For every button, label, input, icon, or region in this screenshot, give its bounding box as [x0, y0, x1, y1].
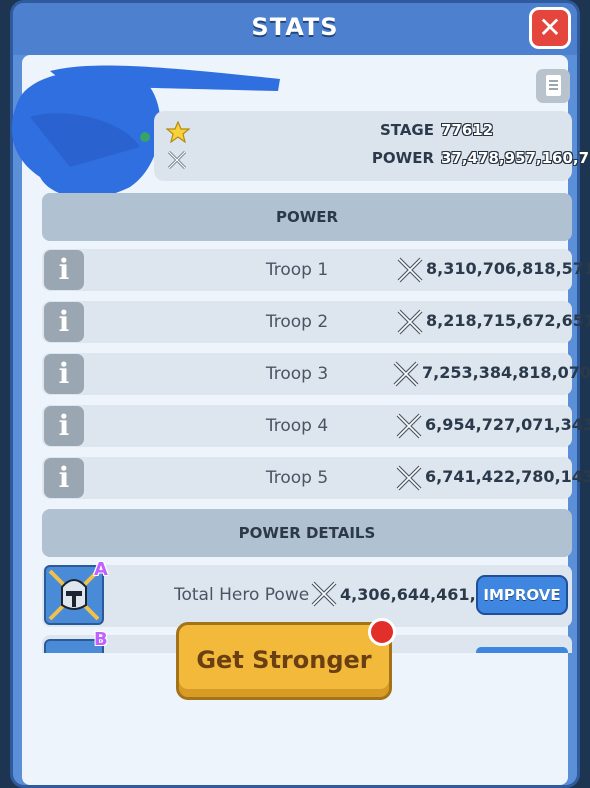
info-icon: i: [58, 253, 70, 286]
close-icon: ✕: [538, 11, 562, 44]
troop-name: Troop 3: [265, 364, 329, 384]
info-icon: i: [58, 305, 70, 338]
troop-power-value: 6,954,727,071,343: [425, 415, 590, 434]
crossed-swords-icon: [397, 309, 423, 335]
info-button[interactable]: i: [44, 354, 84, 394]
troop-row: i Troop 2 8,218,715,672,651: [42, 301, 590, 343]
improve-button-partial[interactable]: [476, 647, 568, 653]
power-label: POWER: [371, 149, 434, 167]
stage-value: 77612: [441, 121, 494, 139]
power-section-header: POWER: [42, 193, 572, 241]
crossed-swords-icon: [396, 465, 422, 491]
info-button[interactable]: i: [44, 302, 84, 342]
document-button[interactable]: [536, 69, 570, 103]
get-stronger-button[interactable]: Get Stronger: [176, 622, 392, 700]
close-button[interactable]: ✕: [529, 7, 571, 49]
improve-button[interactable]: IMPROVE: [476, 575, 568, 615]
info-button[interactable]: i: [44, 458, 84, 498]
grade-badge-b: B: [94, 629, 108, 650]
troop-power-value: 6,741,422,780,143: [425, 467, 590, 486]
total-power-value: 37,478,957,160,778: [441, 149, 590, 167]
total-hero-power-label: Total Hero Powe: [174, 585, 309, 605]
info-button[interactable]: i: [44, 250, 84, 290]
stage-power-summary: STAGE 77612 POWER 37,478,957,160,778: [154, 111, 590, 181]
panel-header: STATS ✕: [13, 3, 577, 55]
stage-label: STAGE: [379, 121, 434, 139]
power-details-section-header: POWER DETAILS: [42, 509, 572, 557]
troop-row: i Troop 5 6,741,422,780,143: [42, 457, 590, 499]
star-icon: [166, 121, 190, 143]
troop-power-value: 8,310,706,818,571: [426, 259, 590, 278]
troop-name: Troop 5: [265, 468, 329, 488]
document-icon: [546, 75, 561, 96]
crossed-swords-icon: [393, 361, 419, 387]
crossed-swords-icon: [311, 581, 337, 607]
troop-name: Troop 4: [265, 416, 329, 436]
crossed-swords-icon: [396, 413, 422, 439]
crossed-swords-icon: [397, 257, 423, 283]
troop-name: Troop 2: [265, 312, 329, 332]
info-icon: i: [58, 461, 70, 494]
panel-title: STATS: [251, 13, 339, 41]
info-button[interactable]: i: [44, 406, 84, 446]
troop-name: Troop 1: [265, 260, 329, 280]
crossed-swords-icon: [167, 150, 187, 170]
notification-dot: [368, 618, 396, 646]
info-icon: i: [58, 357, 70, 390]
troop-row: i Troop 1 8,310,706,818,571: [42, 249, 590, 291]
hero-power-row: A Total Hero Powe 4,306,644,461,550 IMPR…: [42, 559, 572, 627]
troop-power-value: 7,253,384,818,070: [422, 363, 590, 382]
troop-row: i Troop 3 7,253,384,818,070: [42, 353, 590, 395]
info-icon: i: [58, 409, 70, 442]
troop-row: i Troop 4 6,954,727,071,343: [42, 405, 590, 447]
grade-badge-a: A: [94, 559, 108, 580]
troop-power-value: 8,218,715,672,651: [426, 311, 590, 330]
